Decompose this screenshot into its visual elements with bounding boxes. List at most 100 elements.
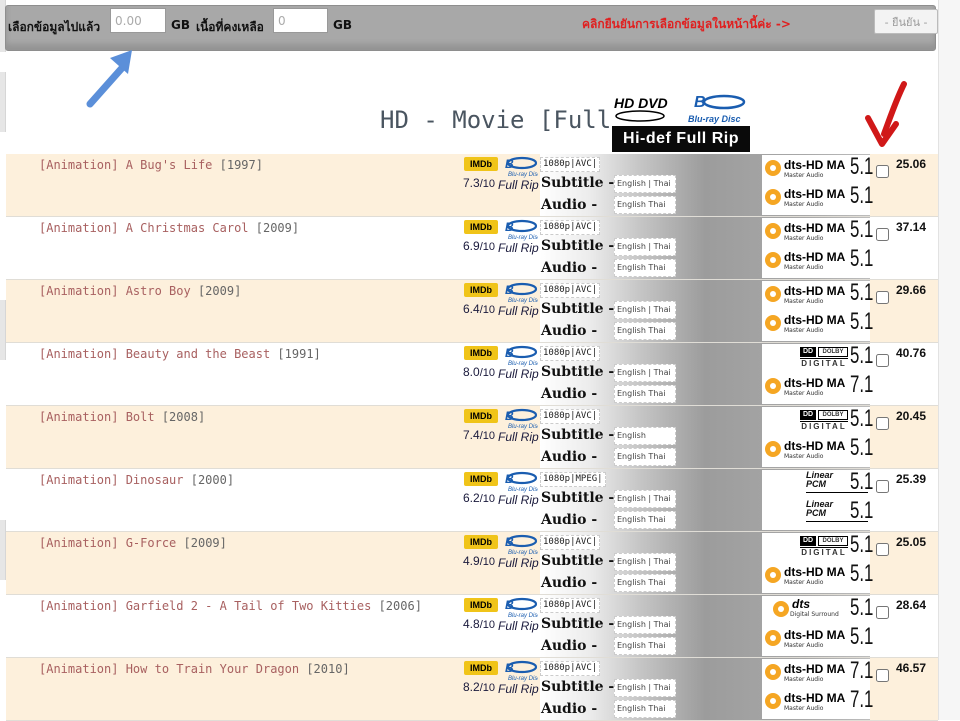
hd-dvd-bluray-icon: HD DVD B Blu-ray Disc: [614, 94, 746, 124]
movie-row: [Animation] How to Train Your Dragon [20…: [6, 657, 938, 721]
imdb-badge: IMDb: [464, 409, 498, 423]
audio-format-logo: dts Digital Surround 5.1: [762, 594, 873, 625]
subtitle-label: Subtitle -: [541, 616, 615, 632]
select-movie-checkbox[interactable]: [876, 228, 889, 241]
full-rip-label: Full Rip: [498, 556, 539, 570]
audio-formats: dts-HD MA Master Audio 5.1 dts-HD MA Mas…: [762, 279, 874, 341]
movie-year: [2000]: [190, 473, 235, 487]
audio-formats: DD DOLBY DIGITAL 5.1 dts-HD MA Master Au…: [762, 405, 873, 467]
select-movie-checkbox[interactable]: [876, 417, 889, 430]
imdb-rating: 8.0/10: [463, 365, 495, 379]
select-movie-checkbox[interactable]: [876, 480, 889, 493]
select-movie-checkbox[interactable]: [876, 669, 889, 682]
movie-year: [2009]: [183, 536, 227, 550]
audio-label: Audio -: [541, 449, 598, 465]
audio-format-logo: DD DOLBY DIGITAL 5.1: [762, 405, 873, 436]
subtitle-languages: English | Thai: [614, 238, 676, 256]
audio-channels: 5.1: [850, 623, 874, 650]
page-edge-left: [0, 72, 6, 132]
subtitle-languages: English | Thai: [614, 553, 676, 571]
audio-languages: English Thai: [614, 448, 676, 466]
audio-format-sub: Master Audio: [784, 235, 824, 242]
audio-format-logo: dts-HD MA Master Audio 7.1: [762, 371, 874, 402]
select-movie-checkbox[interactable]: [876, 354, 889, 367]
audio-languages: English Thai: [614, 637, 676, 655]
audio-format-logo: dts-HD MA Master Audio 5.1: [762, 245, 873, 276]
dolby-digital-icon: DD DOLBY DIGITAL: [800, 410, 848, 431]
audio-format-logo: Linear PCM 5.1: [762, 497, 873, 528]
movie-title-cell: [Animation] How to Train Your Dragon [20…: [39, 661, 439, 677]
subtitle-languages: English | Thai: [614, 616, 676, 634]
audio-format-name: dts-HD MA: [784, 158, 846, 172]
remaining-space-input[interactable]: [273, 8, 328, 33]
imdb-badge: IMDb: [464, 220, 498, 234]
imdb-badge: IMDb: [464, 598, 498, 612]
red-arrow-icon: [865, 81, 907, 147]
audio-languages: English Thai: [614, 322, 676, 340]
movie-size-gb: 25.39: [896, 472, 927, 486]
subtitle-label: Subtitle -: [541, 364, 615, 380]
movie-title-cell: [Animation] G-Force [2009]: [39, 535, 439, 551]
disc-icon: [765, 664, 781, 680]
movie-title: [Animation] Dinosaur: [39, 473, 184, 487]
audio-formats: dts Digital Surround 5.1 dts-HD MA Maste…: [762, 594, 874, 656]
movie-size-gb: 37.14: [896, 220, 927, 234]
audio-format-logo: dts-HD MA Master Audio 5.1: [762, 308, 874, 339]
audio-channels: 7.1: [850, 371, 874, 398]
movie-row: [Animation] Garfield 2 - A Tail of Two K…: [6, 594, 938, 658]
movie-row: [Animation] Beauty and the Beast [1991] …: [6, 342, 938, 406]
movie-size-gb: 40.76: [896, 346, 927, 360]
movie-size-gb: 25.05: [896, 535, 927, 549]
movie-year: [1997]: [219, 158, 263, 172]
audio-format-logo: dts-HD MA Master Audio 5.1: [762, 216, 874, 247]
select-movie-checkbox[interactable]: [876, 543, 889, 556]
audio-label: Audio -: [541, 323, 598, 339]
audio-channels: 5.1: [850, 216, 874, 243]
disc-icon: [765, 441, 781, 457]
audio-format-sub: Master Audio: [784, 327, 824, 334]
subtitle-languages: English | Thai: [614, 490, 676, 508]
imdb-rating: 7.3/10: [463, 176, 495, 190]
audio-channels: 5.1: [850, 279, 874, 306]
movie-title: [Animation] Bolt: [39, 410, 155, 424]
full-rip-label: Full Rip: [498, 682, 539, 696]
dolby-digital-icon: DD DOLBY DIGITAL: [800, 536, 848, 557]
disc-icon: [765, 223, 781, 239]
select-movie-checkbox[interactable]: [876, 291, 889, 304]
imdb-rating: 7.4/10: [463, 428, 495, 442]
movie-year: [2009]: [197, 284, 242, 298]
select-movie-checkbox[interactable]: [876, 606, 889, 619]
audio-format-name: dts: [792, 597, 810, 611]
audio-formats: dts-HD MA Master Audio 7.1 dts-HD MA Mas…: [762, 657, 873, 719]
audio-formats: dts-HD MA Master Audio 5.1 dts-HD MA Mas…: [762, 216, 874, 278]
audio-format-name: dts-HD MA: [784, 662, 846, 676]
disc-icon: [773, 601, 789, 617]
disc-icon: [765, 286, 781, 302]
select-movie-checkbox[interactable]: [876, 165, 889, 178]
svg-text:Blu-ray Disc: Blu-ray Disc: [688, 114, 741, 124]
audio-label: Audio -: [541, 197, 598, 213]
subtitle-label: Subtitle -: [541, 553, 615, 569]
subtitle-languages: English | Thai: [614, 679, 676, 697]
video-codec: 1080p|AVC|: [540, 157, 601, 172]
audio-formats: Linear PCM 5.1 Linear PCM 5.1: [762, 468, 874, 530]
video-codec: 1080p|AVC|: [540, 283, 601, 298]
movie-list: [Animation] A Bug's Life [1997] IMDb B B…: [6, 153, 938, 721]
audio-format-sub: Master Audio: [784, 172, 824, 179]
movie-year: [2009]: [255, 221, 300, 235]
selected-size-input[interactable]: [110, 8, 166, 33]
movie-row: [Animation] Astro Boy [2009] IMDb B Blu-…: [6, 279, 938, 343]
confirm-button[interactable]: - ยืนยัน -: [874, 9, 938, 34]
audio-channels: 5.1: [850, 468, 874, 495]
movie-size-gb: 29.66: [896, 283, 927, 297]
remaining-space-label: เนื้อที่คงเหลือ: [196, 20, 264, 34]
audio-format-logo: dts-HD MA Master Audio 5.1: [762, 434, 873, 465]
audio-format-sub: Master Audio: [784, 579, 824, 586]
imdb-rating: 6.2/10: [463, 491, 495, 505]
audio-format-logo: dts-HD MA Master Audio 5.1: [762, 279, 874, 310]
full-rip-label: Full Rip: [498, 241, 539, 255]
movie-row: [Animation] Dinosaur [2000] IMDb B Blu-r…: [6, 468, 938, 532]
hi-def-full-rip-caption: Hi-def Full Rip: [612, 126, 750, 152]
movie-title-cell: [Animation] Dinosaur [2000]: [39, 472, 439, 488]
audio-channels: 5.1: [850, 308, 874, 335]
